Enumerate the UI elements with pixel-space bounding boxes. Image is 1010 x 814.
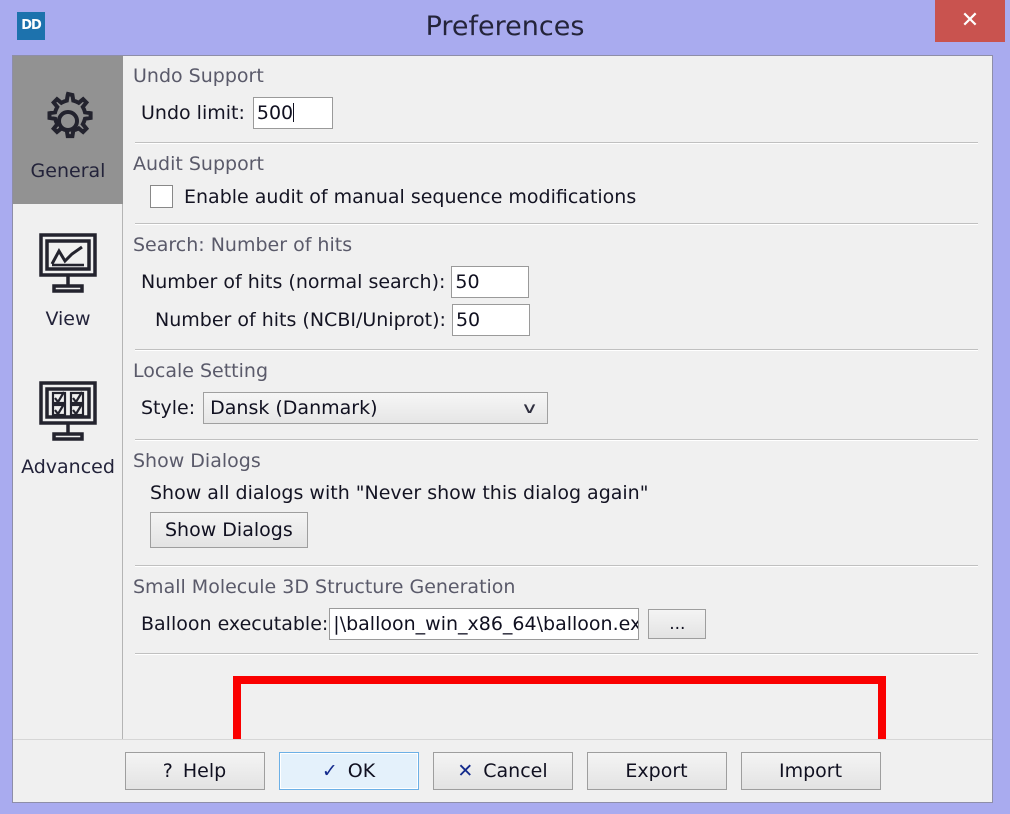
normal-hits-input[interactable]: 50 xyxy=(451,266,530,298)
section-title: Undo Support xyxy=(133,65,264,87)
undo-limit-input[interactable]: 500 xyxy=(252,97,333,129)
undo-limit-row: Undo limit: 500 xyxy=(133,95,978,137)
chevron-down-icon: ∨ xyxy=(520,399,539,417)
sidebar-item-advanced[interactable]: Advanced xyxy=(13,352,123,500)
close-icon: ✕ xyxy=(960,8,980,33)
show-dialogs-description: Show all dialogs with "Never show this d… xyxy=(150,482,649,504)
show-dialogs-description-row: Show all dialogs with "Never show this d… xyxy=(133,480,978,510)
cancel-button[interactable]: ✕ Cancel xyxy=(432,752,573,790)
section-title: Small Molecule 3D Structure Generation xyxy=(133,576,516,598)
settings-panel: Undo Support Undo limit: 500 Audit Suppo… xyxy=(123,56,992,739)
audit-checkbox-label: Enable audit of manual sequence modifica… xyxy=(184,185,637,208)
section-title: Search: Number of hits xyxy=(133,234,353,256)
audit-checkbox-row[interactable]: Enable audit of manual sequence modifica… xyxy=(133,183,978,218)
highlight-box xyxy=(233,676,886,739)
sidebar-item-label: Advanced xyxy=(21,456,115,478)
help-button-label: Help xyxy=(182,760,227,782)
monitor-chart-icon xyxy=(30,222,106,306)
sidebar-item-label: General xyxy=(30,160,106,182)
text-caret xyxy=(293,103,295,122)
question-mark-icon: ? xyxy=(162,760,173,782)
dialog-body: General View Advanced Undo Support Undo … xyxy=(13,56,992,739)
cancel-button-label: Cancel xyxy=(483,760,548,782)
section-small-molecule: Small Molecule 3D Structure Generation B… xyxy=(123,567,992,655)
locale-style-select[interactable]: Dansk (Danmark) ∨ xyxy=(203,392,549,424)
section-title: Show Dialogs xyxy=(133,450,261,472)
section-title: Audit Support xyxy=(133,153,264,175)
ncbi-hits-input[interactable]: 50 xyxy=(451,304,530,336)
locale-style-label: Style: xyxy=(141,397,196,419)
export-button[interactable]: Export xyxy=(586,752,727,790)
normal-hits-label: Number of hits (normal search): xyxy=(141,271,446,293)
sidebar-item-label: View xyxy=(45,308,91,330)
locale-style-row: Style: Dansk (Danmark) ∨ xyxy=(133,390,978,434)
section-show-dialogs: Show Dialogs Show all dialogs with "Neve… xyxy=(123,441,992,567)
section-locale-setting: Locale Setting Style: Dansk (Danmark) ∨ xyxy=(123,351,992,441)
ncbi-hits-row: Number of hits (NCBI/Uniprot): 50 xyxy=(133,302,978,344)
preferences-dialog: General View Advanced Undo Support Undo … xyxy=(12,55,993,803)
balloon-executable-input[interactable]: |\balloon_win_x86_64\balloon.exe xyxy=(329,608,640,640)
help-button[interactable]: ? Help xyxy=(124,752,265,790)
show-dialogs-button-row: Show Dialogs xyxy=(133,510,978,560)
section-search-hits: Search: Number of hits Number of hits (n… xyxy=(123,225,992,351)
sidebar: General View Advanced xyxy=(13,56,123,739)
ok-button[interactable]: ✓ OK xyxy=(278,752,419,790)
balloon-executable-label: Balloon executable: xyxy=(141,613,329,635)
undo-limit-value: 500 xyxy=(256,102,294,124)
audit-checkbox[interactable] xyxy=(150,185,173,208)
ok-button-label: OK xyxy=(347,760,376,782)
checkmark-icon: ✓ xyxy=(321,760,338,782)
undo-limit-label: Undo limit: xyxy=(141,102,245,124)
dialog-footer: ? Help ✓ OK ✕ Cancel Export Import xyxy=(13,739,992,802)
title-bar: DD Preferences ✕ xyxy=(0,0,1010,54)
close-button[interactable]: ✕ xyxy=(935,0,1005,42)
import-button[interactable]: Import xyxy=(740,752,881,790)
locale-style-value: Dansk (Danmark) xyxy=(210,397,378,419)
section-undo-support: Undo Support Undo limit: 500 xyxy=(123,56,992,144)
sidebar-item-general[interactable]: General xyxy=(13,56,123,204)
show-dialogs-button[interactable]: Show Dialogs xyxy=(150,512,308,548)
normal-hits-row: Number of hits (normal search): 50 xyxy=(133,264,978,302)
ncbi-hits-label: Number of hits (NCBI/Uniprot): xyxy=(155,309,446,331)
gear-icon xyxy=(30,74,106,158)
monitor-grid-icon xyxy=(30,370,106,454)
section-title: Locale Setting xyxy=(133,360,269,382)
page-title: Preferences xyxy=(425,11,585,42)
section-audit-support: Audit Support Enable audit of manual seq… xyxy=(123,144,992,225)
divider xyxy=(135,653,978,655)
balloon-browse-button[interactable]: ... xyxy=(648,609,707,639)
cross-icon: ✕ xyxy=(457,760,474,782)
balloon-executable-row: Balloon executable: |\balloon_win_x86_64… xyxy=(133,606,978,648)
sidebar-item-view[interactable]: View xyxy=(13,204,123,352)
screen: DD Preferences ✕ General View Advanced U… xyxy=(0,0,1010,814)
